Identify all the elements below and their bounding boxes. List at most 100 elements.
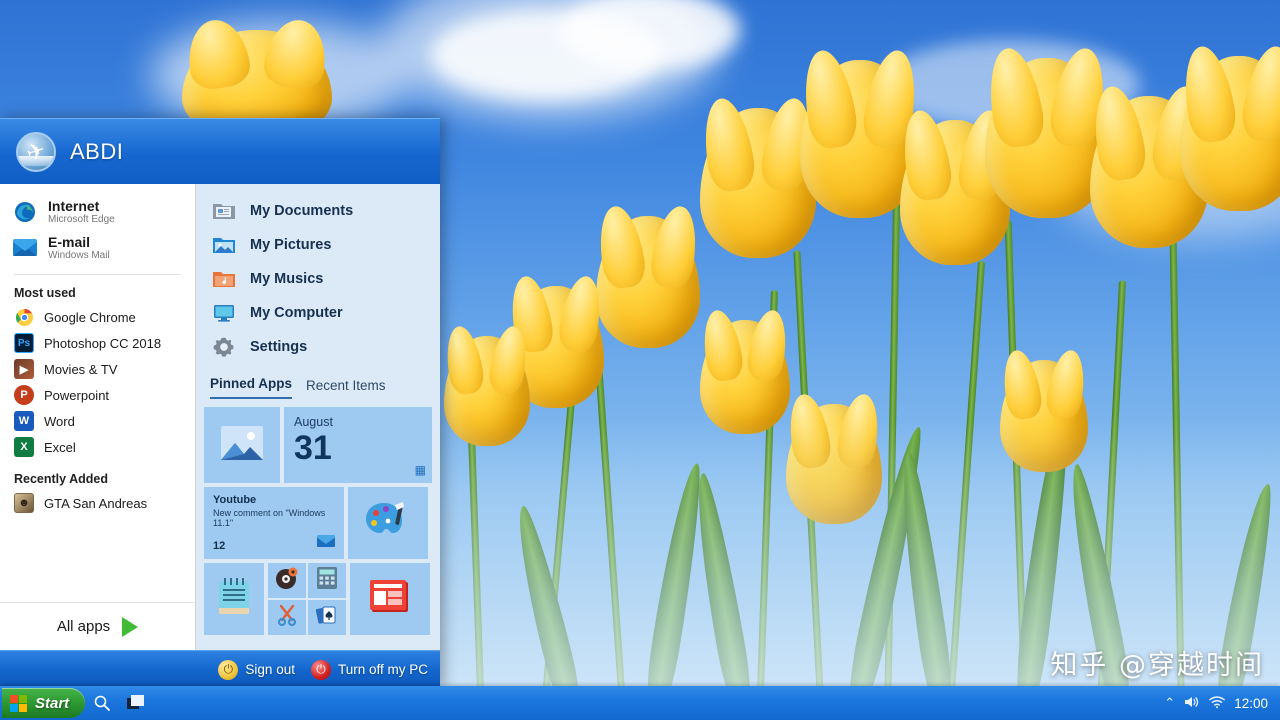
shutdown-label: Turn off my PC xyxy=(338,662,428,677)
tab-recent-items[interactable]: Recent Items xyxy=(306,378,386,399)
start-menu-body: Internet Microsoft Edge E-mail xyxy=(0,184,440,650)
menu-item-subtitle: Microsoft Edge xyxy=(48,214,115,226)
calendar-icon: ▦ xyxy=(415,463,426,477)
all-apps-label: All apps xyxy=(57,618,110,635)
calendar-month: August xyxy=(294,415,422,429)
avatar[interactable]: ✈ xyxy=(16,132,56,172)
shortcut-my-computer[interactable]: My Computer xyxy=(196,296,440,330)
task-view-icon[interactable] xyxy=(119,686,153,720)
tile-row: August 31 ▦ xyxy=(204,407,432,483)
clock[interactable]: 12:00 xyxy=(1234,696,1268,711)
tile-paint[interactable] xyxy=(348,487,428,559)
wifi-icon[interactable] xyxy=(1209,695,1225,712)
app-google-chrome[interactable]: Google Chrome xyxy=(0,304,195,330)
sign-out-icon: ⏻ xyxy=(218,660,238,680)
app-label: Google Chrome xyxy=(44,310,136,325)
youtube-tile-count: 12 xyxy=(213,540,225,552)
news-icon xyxy=(366,577,414,622)
app-excel[interactable]: X Excel xyxy=(0,434,195,460)
divider xyxy=(14,274,181,275)
tile-news[interactable] xyxy=(350,563,430,635)
youtube-tile-footer: 12 xyxy=(213,534,335,552)
tab-pinned-apps[interactable]: Pinned Apps xyxy=(210,376,292,399)
sign-out-button[interactable]: ⏻ Sign out xyxy=(218,660,295,680)
envelope-icon xyxy=(317,534,335,552)
most-used-heading: Most used xyxy=(0,284,195,304)
gta-san-andreas-icon: ☻ xyxy=(14,493,34,513)
tile-row: Youtube New comment on "Windows 11.1" 12 xyxy=(204,487,432,559)
photoshop-icon: Ps xyxy=(14,333,34,353)
mail-icon xyxy=(12,234,38,260)
search-icon[interactable] xyxy=(85,686,119,720)
youtube-tile-title: Youtube xyxy=(213,494,335,506)
app-powerpoint[interactable]: P Powerpoint xyxy=(0,382,195,408)
start-button-label: Start xyxy=(35,695,69,712)
taskbar: Start ⌃ xyxy=(0,686,1280,720)
tile-youtube[interactable]: Youtube New comment on "Windows 11.1" 12 xyxy=(204,487,344,559)
shortcut-my-pictures[interactable]: My Pictures xyxy=(196,228,440,262)
edge-icon xyxy=(12,199,38,225)
app-word[interactable]: W Word xyxy=(0,408,195,434)
shortcut-my-documents[interactable]: My Documents xyxy=(196,194,440,228)
shortcut-my-musics[interactable]: My Musics xyxy=(196,262,440,296)
paint-palette-icon xyxy=(364,499,412,548)
tile-row xyxy=(204,563,432,635)
menu-item-title: E-mail xyxy=(48,234,110,250)
chevron-right-icon xyxy=(122,617,138,637)
excel-icon: X xyxy=(14,437,34,457)
mini-tile-grid xyxy=(268,563,346,635)
menu-item-title: Internet xyxy=(48,198,115,214)
notepad-icon xyxy=(216,575,252,624)
youtube-tile-subtitle: New comment on "Windows 11.1" xyxy=(213,508,335,528)
start-menu-right-panel: My Documents My Pictures xyxy=(196,184,440,650)
shortcut-label: My Pictures xyxy=(250,237,331,253)
volume-icon[interactable] xyxy=(1184,695,1200,712)
menu-item-internet[interactable]: Internet Microsoft Edge xyxy=(0,194,195,230)
shortcut-settings[interactable]: Settings xyxy=(196,330,440,364)
tile-photos[interactable] xyxy=(204,407,280,483)
tile-solitaire[interactable] xyxy=(308,600,346,635)
app-label: Word xyxy=(44,414,75,429)
power-icon: ⏻ xyxy=(311,660,331,680)
system-tray: ⌃ 12:00 xyxy=(1164,695,1280,712)
start-button[interactable]: Start xyxy=(2,688,85,718)
app-gta-san-andreas[interactable]: ☻ GTA San Andreas xyxy=(0,490,195,516)
tile-snipping-tool[interactable] xyxy=(268,600,306,635)
shutdown-button[interactable]: ⏻ Turn off my PC xyxy=(311,660,428,680)
start-menu-user-header[interactable]: ✈ ABDI xyxy=(0,118,440,184)
all-apps-button[interactable]: All apps xyxy=(0,602,195,650)
desktop: ✈ ABDI Internet Microso xyxy=(0,0,1280,720)
app-movies-tv[interactable]: ▶ Movies & TV xyxy=(0,356,195,382)
app-photoshop[interactable]: Ps Photoshop CC 2018 xyxy=(0,330,195,356)
word-icon: W xyxy=(14,411,34,431)
tile-media-player[interactable] xyxy=(268,563,306,598)
watermark: 知乎 @穿越时间 xyxy=(1050,643,1264,682)
app-label: Movies & TV xyxy=(44,362,117,377)
app-label: Photoshop CC 2018 xyxy=(44,336,161,351)
menu-item-email[interactable]: E-mail Windows Mail xyxy=(0,230,195,266)
music-folder-icon xyxy=(210,267,238,291)
user-name: ABDI xyxy=(70,139,123,165)
calculator-icon xyxy=(316,566,338,595)
start-menu-footer: ⏻ Sign out ⏻ Turn off my PC xyxy=(0,650,440,688)
documents-folder-icon xyxy=(210,199,238,223)
computer-monitor-icon xyxy=(210,301,238,325)
gear-icon xyxy=(210,335,238,359)
shortcut-label: My Documents xyxy=(250,203,353,219)
windows-logo-icon xyxy=(10,695,27,712)
media-player-icon xyxy=(275,566,299,595)
chevron-up-icon[interactable]: ⌃ xyxy=(1164,695,1175,711)
start-menu-left-panel: Internet Microsoft Edge E-mail xyxy=(0,184,196,650)
solitaire-cards-icon xyxy=(315,603,339,632)
tile-calculator[interactable] xyxy=(308,563,346,598)
app-label: GTA San Andreas xyxy=(44,496,147,511)
shortcut-label: Settings xyxy=(250,339,307,355)
powerpoint-icon: P xyxy=(14,385,34,405)
shortcut-label: My Computer xyxy=(250,305,343,321)
tile-notepad[interactable] xyxy=(204,563,264,635)
tile-calendar[interactable]: August 31 ▦ xyxy=(284,407,432,483)
start-menu[interactable]: ✈ ABDI Internet Microso xyxy=(0,118,440,688)
snipping-tool-icon xyxy=(275,603,299,632)
calendar-day: 31 xyxy=(294,431,422,465)
photos-icon xyxy=(220,425,264,466)
